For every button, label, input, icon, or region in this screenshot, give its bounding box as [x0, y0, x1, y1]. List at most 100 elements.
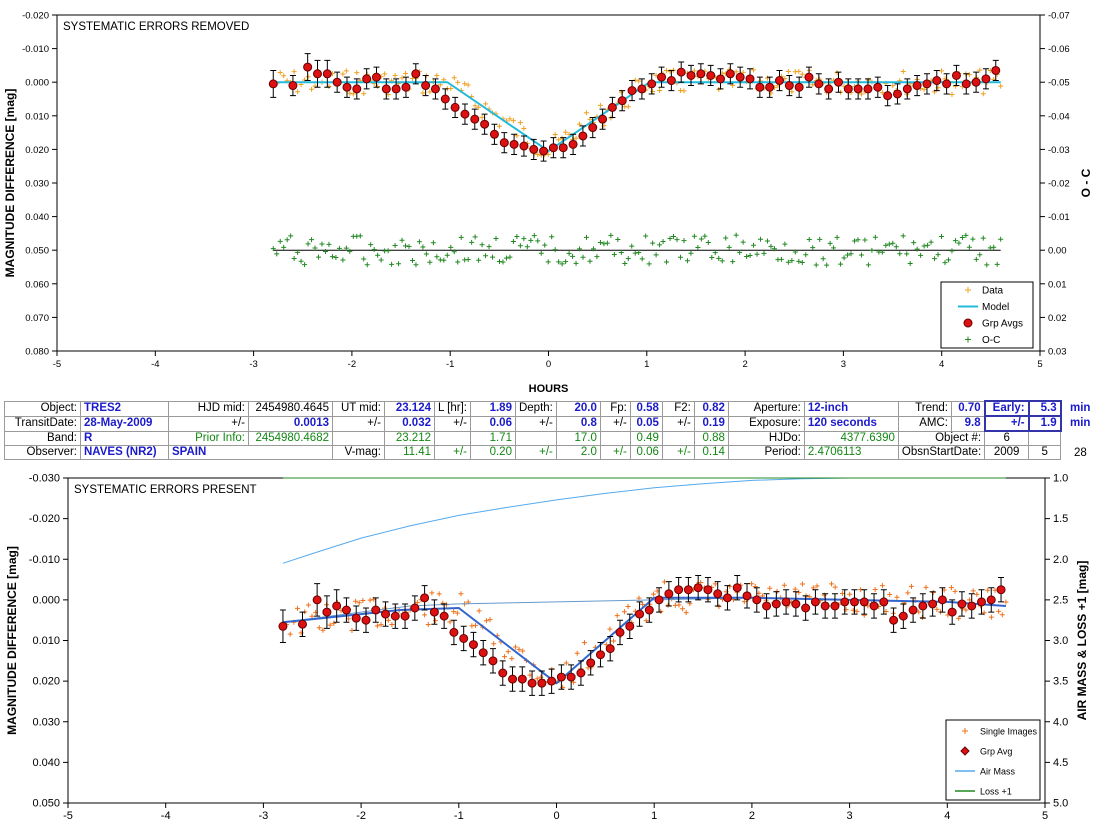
x-tick-label: -3 — [249, 359, 257, 370]
grp-avg-point — [902, 84, 912, 94]
x-tick-label: 1 — [644, 359, 649, 370]
grp-avg-point — [381, 84, 391, 94]
chart-title: SYSTEMATIC ERRORS REMOVED — [63, 21, 249, 33]
grp-avg-point — [674, 585, 684, 595]
grp-avg-point — [879, 597, 889, 607]
grp-avg-point — [752, 595, 762, 605]
exposure-label: Exposure: — [727, 415, 805, 432]
grp-avg-point — [303, 62, 313, 72]
early-unit: min — [1070, 402, 1091, 414]
grp-avg-point — [644, 605, 654, 615]
grp-avg-point — [460, 109, 470, 119]
trend-label: Trend: — [897, 400, 952, 417]
grp-avg-point — [391, 84, 401, 94]
grp-avg-point — [278, 621, 288, 631]
grp-avg-point — [595, 650, 605, 660]
hjd-err-label: +/- — [168, 415, 249, 432]
vmag-value: 11.41 — [384, 445, 435, 460]
legend-marker — [963, 318, 973, 328]
grp-avg-point — [351, 613, 361, 623]
y2-tick-label: 3.5 — [1053, 676, 1068, 688]
y2-tick-label: 2.5 — [1053, 594, 1068, 606]
fp-err-value: 0.05 — [629, 415, 663, 432]
obsn-start-label: ObsnStartDate: — [897, 445, 986, 460]
grp-avg-point — [976, 597, 986, 607]
grp-avg-point — [791, 599, 801, 609]
grp-avg-point — [951, 70, 961, 80]
grp-avg-point — [617, 96, 627, 106]
y2-axis-label: O - C — [1079, 168, 1093, 197]
grp-avg-point — [586, 658, 596, 668]
grp-avg-point — [637, 84, 647, 94]
y-tick-label: -0.030 — [29, 473, 60, 485]
fp-err2-value: 0.06 — [629, 445, 663, 460]
x-tick-label: 2 — [742, 359, 747, 370]
observer-value: NAVES (NR2) — [80, 445, 169, 460]
legend-label: Air Mass — [980, 767, 1016, 777]
grp-avg-point — [908, 605, 918, 615]
y2-axis-label: AIR MASS & LOSS +1 [mag] — [1075, 561, 1089, 721]
grp-avg-point — [932, 76, 942, 86]
y-tick-label: 0.000 — [32, 594, 60, 606]
x-tick-label: 2 — [749, 810, 755, 822]
grp-avg-point — [420, 593, 430, 603]
hjdo-value: 4377.6390 — [803, 430, 899, 446]
grp-avg-point — [840, 597, 850, 607]
observer-label: Observer: — [4, 445, 81, 460]
l-hr-label: L [hr]: — [434, 400, 471, 417]
aperture-label: Aperture: — [727, 400, 805, 417]
grp-avg-point — [794, 82, 804, 92]
grp-avg-point — [762, 601, 772, 611]
grp-avg-point — [362, 74, 372, 84]
y-axis-label: MAGNITUDE DIFFERENCE [mag] — [3, 89, 17, 278]
grp-avg-point — [459, 633, 469, 643]
x-tick-label: -2 — [356, 810, 366, 822]
grp-avg-point — [322, 607, 332, 617]
grp-avg-point — [568, 139, 578, 149]
fp-value: 0.58 — [629, 400, 663, 417]
hjd-mid-value: 2454980.4645 — [248, 400, 333, 417]
grp-avg-point — [765, 82, 775, 92]
y-tick-label: 0.080 — [25, 347, 49, 358]
grp-avg-point — [918, 601, 928, 611]
grp-avg-point — [341, 605, 351, 615]
f2-err-label: +/- — [661, 415, 695, 432]
x-tick-label: -3 — [259, 810, 269, 822]
l-hr-value: 1.89 — [469, 400, 516, 417]
grp-avg-point — [947, 607, 957, 617]
grp-avg-point — [627, 86, 637, 96]
l-err-label: +/- — [434, 415, 471, 432]
early-err-label: +/- — [983, 415, 1030, 432]
grp-avg-point — [889, 615, 899, 625]
grp-avg-point — [810, 597, 820, 607]
y-tick-label: 0.010 — [25, 111, 49, 122]
grp-avg-point — [892, 89, 902, 99]
prior-f2-value: 0.88 — [693, 430, 729, 446]
grp-avg-point — [558, 143, 568, 153]
y-tick-label: 0.060 — [25, 279, 49, 290]
y-axis-label: MAGNITUDE DIFFERENCE [mag] — [5, 546, 19, 735]
legend-label: Data — [982, 286, 1004, 297]
grp-avg-point — [297, 619, 307, 629]
y-tick-label: 0.030 — [25, 179, 49, 190]
info-row-4: Observer: NAVES (NR2) SPAIN V-mag: 11.41… — [4, 445, 1062, 460]
grp-avg-point — [833, 77, 843, 87]
y-tick-label: 0.040 — [32, 757, 60, 769]
grp-avg-point — [683, 585, 693, 595]
y-tick-label: 0.050 — [25, 246, 49, 257]
legend-label: O-C — [982, 335, 1000, 346]
grp-avg-point — [352, 84, 362, 94]
grp-avg-point — [755, 82, 765, 92]
grp-avg-point — [361, 615, 371, 625]
grp-avg-point — [703, 585, 713, 595]
grp-avg-point — [928, 599, 938, 609]
x-tick-label: -2 — [348, 359, 356, 370]
grp-avg-point — [912, 81, 922, 91]
grp-avg-point — [576, 668, 586, 678]
legend: Single Images Grp Avg Air Mass Loss +1 — [945, 719, 1041, 801]
legend-label: Single Images — [980, 727, 1038, 737]
x-tick-label: -4 — [151, 359, 159, 370]
grp-avg-point — [449, 627, 459, 637]
grp-avg-point — [566, 672, 576, 682]
grp-avg-point — [488, 656, 498, 666]
